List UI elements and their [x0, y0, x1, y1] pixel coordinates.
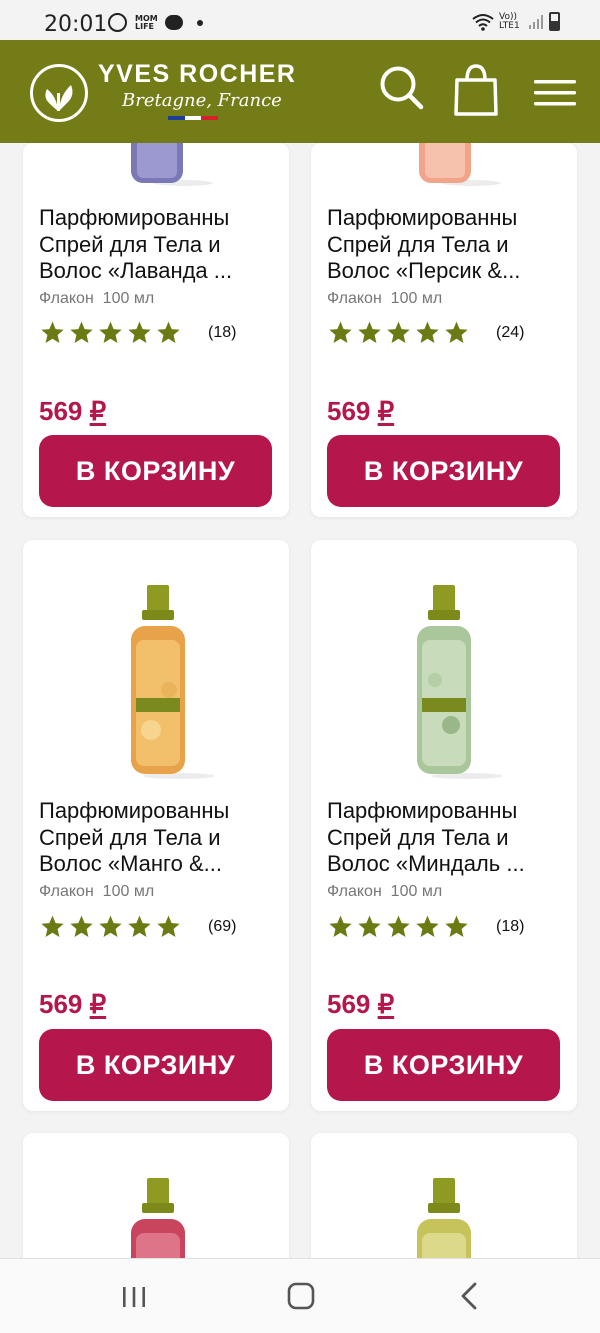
back-icon	[461, 1282, 477, 1310]
french-flag	[168, 116, 219, 120]
review-count[interactable]: (18)	[496, 918, 524, 936]
home-icon	[287, 1282, 315, 1310]
product-name[interactable]: Парфюмированны Спрей для Тела и Волос «М…	[39, 798, 279, 878]
notification-icons: MOM LIFE	[108, 13, 203, 32]
hamburger-menu-icon	[534, 80, 576, 106]
lte-icon: Vo)) LTE1	[499, 11, 520, 31]
home-button[interactable]	[280, 1277, 322, 1315]
search-button[interactable]	[378, 64, 424, 110]
star-icon	[387, 915, 410, 937]
product-price: 569 ₽	[39, 396, 107, 426]
star-icon	[128, 321, 151, 343]
site-header: YVES ROCHER Bretagne, France	[0, 40, 600, 143]
product-card[interactable]: Парфюмированны Спрей для Тела и Волос «Л…	[23, 143, 289, 517]
product-volume: Флакон 100 мл	[39, 883, 155, 900]
whatsapp-icon	[108, 13, 127, 32]
product-card[interactable]	[23, 1133, 289, 1258]
product-name[interactable]: Парфюмированны Спрей для Тела и Волос «М…	[327, 798, 567, 878]
recent-apps-button[interactable]	[114, 1277, 154, 1315]
product-price: 569 ₽	[39, 989, 107, 1019]
product-image[interactable]	[311, 540, 577, 785]
rating-stars: (24)	[327, 320, 524, 346]
star-icon	[41, 321, 64, 343]
status-bar: 20:01 MOM LIFE Vo)) LTE1	[0, 0, 600, 40]
product-image[interactable]	[23, 540, 289, 785]
brand-subtitle: Bretagne, France	[122, 90, 282, 111]
product-volume: Флакон 100 мл	[327, 883, 443, 900]
product-card[interactable]: Парфюмированны Спрей для Тела и Волос «П…	[311, 143, 577, 517]
star-icon	[41, 915, 64, 937]
star-icon	[416, 321, 439, 343]
product-price: 569 ₽	[327, 396, 395, 426]
add-to-cart-button[interactable]: В КОРЗИНУ	[39, 1029, 272, 1101]
wifi-icon	[472, 13, 494, 31]
star-icon	[70, 321, 93, 343]
battery-icon	[549, 12, 560, 31]
search-icon	[380, 66, 424, 110]
rating-stars: (18)	[39, 320, 236, 346]
product-image[interactable]	[23, 1133, 289, 1258]
review-count[interactable]: (69)	[208, 918, 236, 936]
star-icon	[329, 321, 352, 343]
product-card[interactable]: Парфюмированны Спрей для Тела и Волос «М…	[23, 540, 289, 1111]
logo-leaf-icon[interactable]	[30, 64, 88, 122]
brand-name[interactable]: YVES ROCHER	[98, 60, 296, 89]
back-button[interactable]	[450, 1277, 490, 1315]
star-icon	[445, 321, 468, 343]
product-image[interactable]	[23, 143, 289, 193]
star-icon	[358, 915, 381, 937]
product-card[interactable]: Парфюмированны Спрей для Тела и Волос «М…	[311, 540, 577, 1111]
star-icon	[128, 915, 151, 937]
star-icon	[387, 321, 410, 343]
star-icon	[358, 321, 381, 343]
shopping-bag-icon	[454, 64, 498, 116]
mom-life-icon: MOM LIFE	[135, 13, 158, 31]
star-icon	[329, 915, 352, 937]
product-volume: Флакон 100 мл	[327, 290, 443, 307]
star-icon	[157, 321, 180, 343]
review-count[interactable]: (24)	[496, 324, 524, 342]
star-icon	[416, 915, 439, 937]
status-time: 20:01	[44, 12, 108, 37]
rating-stars: (18)	[327, 914, 524, 940]
add-to-cart-button[interactable]: В КОРЗИНУ	[39, 435, 272, 507]
star-icon	[445, 915, 468, 937]
product-name[interactable]: Парфюмированны Спрей для Тела и Волос «Л…	[39, 205, 279, 285]
review-count[interactable]: (18)	[208, 324, 236, 342]
chat-icon	[165, 15, 183, 30]
product-volume: Флакон 100 мл	[39, 290, 155, 307]
dot-icon	[197, 19, 203, 26]
product-image[interactable]	[311, 143, 577, 193]
star-icon	[99, 915, 122, 937]
system-icons: Vo)) LTE1	[472, 12, 560, 31]
add-to-cart-button[interactable]: В КОРЗИНУ	[327, 1029, 560, 1101]
cart-button[interactable]	[452, 62, 500, 118]
product-price: 569 ₽	[327, 989, 395, 1019]
product-image[interactable]	[311, 1133, 577, 1258]
system-navigation-bar	[0, 1258, 600, 1333]
star-icon	[70, 915, 93, 937]
star-icon	[99, 321, 122, 343]
menu-button[interactable]	[534, 80, 576, 106]
add-to-cart-button[interactable]: В КОРЗИНУ	[327, 435, 560, 507]
product-card[interactable]	[311, 1133, 577, 1258]
recent-apps-icon	[123, 1287, 145, 1307]
star-icon	[157, 915, 180, 937]
product-name[interactable]: Парфюмированны Спрей для Тела и Волос «П…	[327, 205, 567, 285]
signal-icon	[529, 14, 543, 29]
rating-stars: (69)	[39, 914, 236, 940]
